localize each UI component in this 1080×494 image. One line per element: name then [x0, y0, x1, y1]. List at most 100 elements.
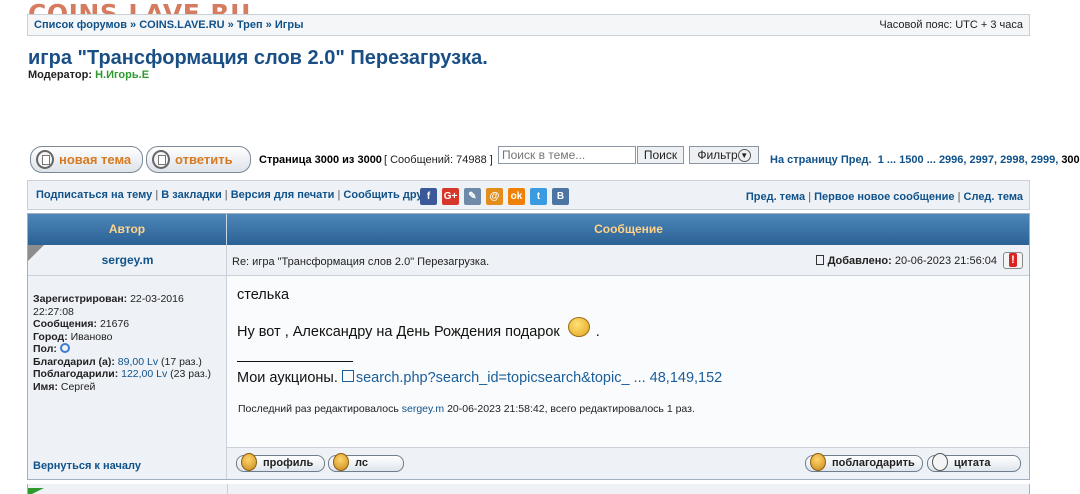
breadcrumb-chatter[interactable]: Треп — [237, 19, 263, 31]
post-added-date: Добавлено: 20-06-2023 21:56:04 — [815, 255, 997, 267]
breadcrumb-separator: » — [227, 19, 234, 31]
pm-label: лс — [355, 457, 368, 469]
link-separator: | — [155, 189, 159, 201]
topic-search-input[interactable] — [498, 146, 636, 164]
link-separator: | — [957, 191, 961, 203]
posts-label: Сообщения: — [33, 318, 98, 330]
profile-button[interactable]: профиль — [236, 453, 325, 472]
post-document-icon[interactable] — [815, 255, 824, 265]
private-message-button[interactable]: лс — [328, 453, 404, 472]
page-info: Страница 3000 из 3000 — [259, 154, 382, 166]
page-current: 3000 — [1061, 154, 1080, 166]
added-date-value: 20-06-2023 21:56:04 — [894, 255, 997, 267]
posts-table-header: Автор Сообщение — [28, 214, 1029, 245]
page-link[interactable]: 2996, — [939, 154, 967, 166]
city-label: Город: — [33, 330, 68, 343]
chevron-down-icon: ▼ — [737, 149, 751, 163]
post-footer-row: Вернуться к началу профиль лс поблагодар… — [28, 448, 1029, 479]
smiley-icon — [567, 317, 590, 337]
name-value: Сергей — [60, 380, 96, 393]
author-profile-info: Зарегистрирован: 22-03-2016 22:27:08 Соо… — [28, 276, 227, 448]
page-link[interactable]: 1 — [878, 154, 884, 166]
thanked-label: Благодарил (а): — [33, 355, 115, 368]
back-to-top-link[interactable]: Вернуться к началу — [33, 460, 141, 472]
next-topic-link[interactable]: След. тема — [964, 191, 1023, 203]
post-author-name[interactable]: sergey.m — [28, 253, 227, 267]
pagination-prev[interactable]: Пред. — [841, 154, 872, 166]
breadcrumb: Список форумов » COINS.LAVE.RU » Треп » … — [34, 19, 303, 31]
page-link[interactable]: 2997, — [970, 154, 998, 166]
new-topic-button[interactable]: новая тема — [30, 146, 143, 173]
post-text-line: Ну вот , Александру на День Рождения под… — [237, 317, 600, 340]
post-footer-left: Вернуться к началу — [28, 448, 227, 479]
page-link[interactable]: 2998, — [1000, 154, 1028, 166]
topic-actions-bar: Подписаться на тему | В закладки | Верси… — [27, 180, 1030, 210]
search-button[interactable]: Поиск — [637, 146, 684, 164]
post-text-line: стелька — [237, 287, 290, 303]
post-text-end: . — [595, 324, 600, 340]
posts-value: 21676 — [99, 318, 130, 330]
message-count: [ Сообщений: 74988 ] — [384, 154, 493, 166]
mailru-icon[interactable]: @ — [486, 188, 503, 205]
page-link[interactable]: 2999, — [1031, 154, 1059, 166]
odnoklassniki-icon[interactable]: ok — [508, 188, 525, 205]
reply-icon — [152, 150, 170, 169]
post-subject[interactable]: Re: игра "Трансформация слов 2.0" Переза… — [232, 256, 489, 268]
twitter-icon[interactable]: t — [530, 188, 547, 205]
first-unread-link[interactable]: Первое новое сообщение — [814, 191, 954, 203]
thanked-amount-link[interactable]: 89,00 Lv — [118, 356, 158, 368]
post-corner-marker-icon — [28, 488, 44, 494]
moderator-line: Модератор: Н.Игорь.Е — [28, 69, 149, 81]
topic-actions-left: Подписаться на тему | В закладки | Верси… — [36, 189, 433, 201]
prev-topic-link[interactable]: Пред. тема — [746, 191, 805, 203]
breadcrumb-forums[interactable]: Список форумов — [34, 19, 127, 31]
link-separator: | — [224, 189, 228, 201]
new-topic-icon — [36, 150, 54, 169]
thank-button[interactable]: поблагодарить — [805, 453, 923, 472]
breadcrumb-site[interactable]: COINS.LAVE.RU — [139, 19, 224, 31]
post-author-cell: sergey.m — [28, 245, 227, 276]
edit-user-link[interactable]: sergey.m — [402, 403, 444, 415]
users-icon — [333, 453, 349, 471]
subscribe-link[interactable]: Подписаться на тему — [36, 189, 152, 201]
signature-link[interactable]: search.php?search_id=topicsearch&topic_ … — [356, 370, 722, 386]
filter-button[interactable]: Фильтр ▼ — [689, 146, 759, 164]
reply-button[interactable]: ответить — [146, 146, 251, 173]
pagination-label: На страницу — [770, 154, 838, 166]
thanks-received-link[interactable]: 122,00 Lv — [121, 368, 167, 380]
thanks-received-label: Поблагодарили: — [33, 368, 119, 380]
external-link-icon — [341, 370, 354, 382]
added-label: Добавлено: — [827, 255, 892, 267]
post-header-row: sergey.m Re: игра "Трансформация слов 2.… — [28, 245, 1029, 276]
thumbs-up-icon — [810, 453, 826, 471]
page-ellipsis: ... — [886, 154, 897, 166]
social-share-icons: f G+ ✎ @ ok t В — [420, 188, 569, 205]
topic-title[interactable]: игра "Трансформация слов 2.0" Перезагруз… — [28, 47, 488, 70]
googleplus-icon[interactable]: G+ — [442, 188, 459, 205]
page-ellipsis: ... — [926, 154, 936, 166]
page-link[interactable]: 1500 — [899, 154, 923, 166]
moderator-link[interactable]: Н.Игорь.Е — [95, 69, 149, 81]
print-version-link[interactable]: Версия для печати — [231, 189, 335, 201]
quote-button[interactable]: цитата — [927, 453, 1021, 472]
report-post-icon[interactable] — [1003, 252, 1023, 269]
livejournal-icon[interactable]: ✎ — [464, 188, 481, 205]
thank-label: поблагодарить — [832, 457, 915, 469]
male-gender-icon — [59, 343, 70, 353]
vkontakte-icon[interactable]: В — [552, 188, 569, 205]
link-separator: | — [808, 191, 812, 203]
city-value: Иваново — [70, 330, 113, 343]
reply-label: ответить — [175, 152, 233, 167]
bookmarks-link[interactable]: В закладки — [161, 189, 221, 201]
pagination: На страницу Пред. 1 ... 1500 ... 2996, 2… — [770, 154, 1080, 166]
post-text: Ну вот , Александру на День Рождения под… — [237, 324, 560, 340]
registered-label: Зарегистрирован: — [33, 293, 128, 305]
gender-label: Пол: — [33, 343, 57, 355]
breadcrumb-separator: » — [265, 19, 272, 31]
edit-notice: Последний раз редактировалось sergey.m 2… — [238, 403, 695, 415]
signature: Мои аукционы. search.php?search_id=topics… — [237, 370, 722, 386]
breadcrumb-games[interactable]: Игры — [275, 19, 304, 31]
thanked-times: (17 раз.) — [161, 355, 202, 368]
facebook-icon[interactable]: f — [420, 188, 437, 205]
link-separator: | — [337, 189, 341, 201]
